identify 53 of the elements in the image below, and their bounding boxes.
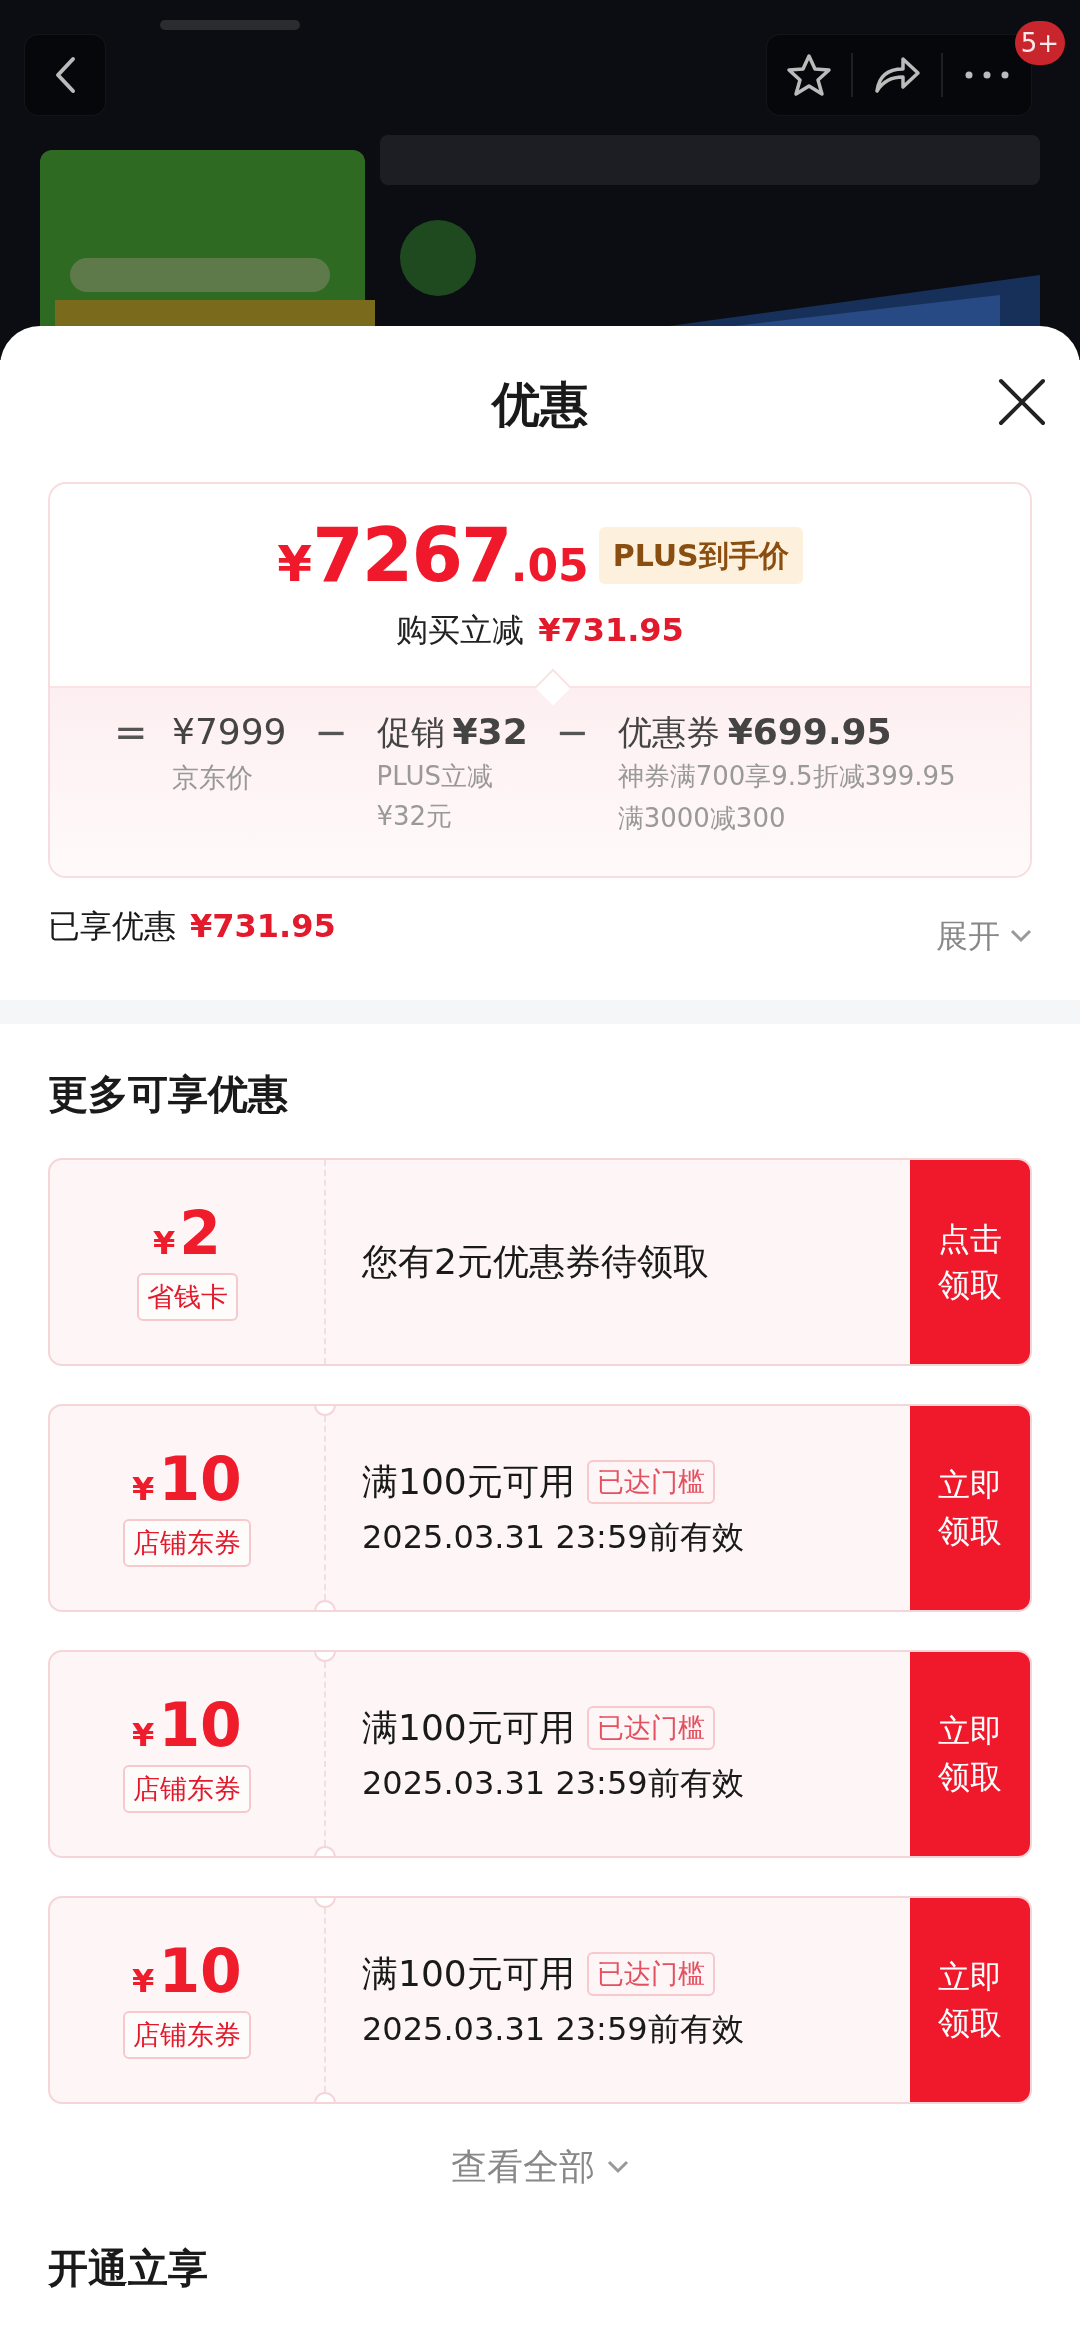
reduction-label: 购买立减: [396, 610, 525, 651]
operator-sign: −: [554, 710, 591, 754]
view-all-button[interactable]: 查看全部: [451, 2140, 629, 2194]
coupon-amount: ¥10: [132, 1694, 242, 1755]
enjoyed-amount: ¥731.95: [190, 906, 336, 947]
coupon-validity: 2025.03.31 23:59前有效: [362, 1517, 745, 1558]
enjoyed-label: 已享优惠: [48, 906, 176, 947]
operator-sign: −: [313, 710, 350, 754]
price-label: 京东价: [172, 761, 254, 795]
threshold-tag: 已达门槛: [586, 1459, 715, 1505]
claim-button[interactable]: 点击领取: [910, 1160, 1030, 1364]
coupon-amount: ¥10: [132, 1448, 242, 1509]
chevron-down-icon: [607, 2160, 629, 2174]
coupon-amount: ¥10: [132, 1940, 242, 2001]
coupon-title: 您有2元优惠券待领取: [362, 1240, 709, 1284]
chevron-down-icon: [1010, 929, 1032, 943]
coupon-type-label: 店铺东券: [123, 1764, 251, 1814]
star-icon: [786, 53, 832, 97]
coupon-amount: ¥2: [153, 1202, 221, 1263]
coupon-title: 满100元可用: [362, 1460, 575, 1504]
coupon-validity: 2025.03.31 23:59前有效: [362, 2009, 745, 2050]
expand-button[interactable]: 展开: [936, 912, 1032, 960]
discount-detail: 满3000减300: [617, 802, 787, 835]
coupon-title: 满100元可用: [362, 1706, 575, 1750]
discount-name: 优惠券: [617, 711, 720, 754]
close-icon: [998, 378, 1046, 426]
sheet-title: 优惠: [492, 375, 588, 434]
coupon-type-label: 店铺东券: [123, 2010, 251, 2060]
claim-button[interactable]: 立即领取: [910, 1652, 1030, 1856]
threshold-tag: 已达门槛: [586, 1705, 715, 1751]
discount-value: ¥699.95: [727, 710, 892, 754]
plus-price-badge: PLUS到手价: [598, 526, 803, 584]
back-button[interactable]: [24, 34, 106, 116]
share-icon: [873, 55, 921, 95]
coupon-type-label: 省钱卡: [136, 1272, 238, 1322]
discount-name: 促销: [376, 711, 445, 754]
operator-sign: =: [114, 710, 149, 754]
claim-button[interactable]: 立即领取: [910, 1898, 1030, 2102]
final-price: ¥7267.05: [277, 518, 589, 592]
section-title: 更多可享优惠: [48, 1070, 289, 1119]
section-title: 开通立享: [48, 2244, 209, 2293]
discount-detail: 神券满700享9.5折减399.95: [617, 760, 956, 793]
discount-value: ¥32: [452, 710, 528, 754]
coupon-type-label: 店铺东券: [123, 1518, 251, 1568]
coupon-validity: 2025.03.31 23:59前有效: [362, 1763, 745, 1804]
reduction-amount: ¥731.95: [538, 610, 684, 651]
back-icon: [54, 56, 76, 94]
threshold-tag: 已达门槛: [586, 1951, 715, 1997]
more-icon: [965, 71, 1009, 79]
coupon-title: 满100元可用: [362, 1952, 575, 1996]
price-value: ¥7999: [172, 710, 287, 754]
discount-detail: PLUS立减 ¥32元: [376, 760, 494, 833]
claim-button[interactable]: 立即领取: [910, 1406, 1030, 1610]
